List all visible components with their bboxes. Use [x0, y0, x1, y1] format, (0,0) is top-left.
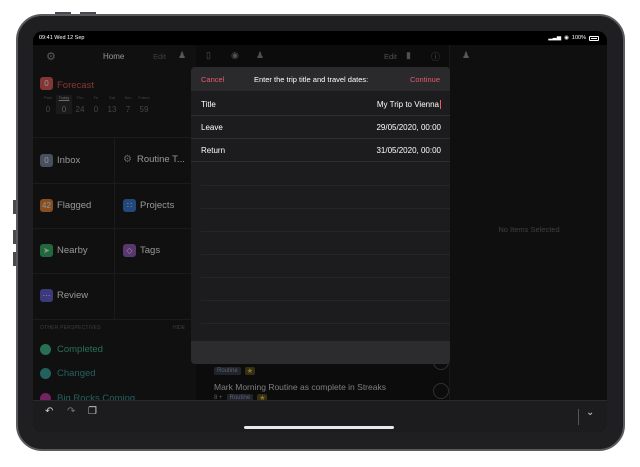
title-input[interactable]: My Trip to Vienna — [377, 100, 441, 110]
empty-row-divider — [201, 208, 450, 209]
return-field[interactable]: Return 31/05/2020, 00:00 — [191, 139, 450, 162]
empty-row-divider — [201, 300, 450, 301]
undo-icon[interactable]: ↶ — [45, 406, 53, 417]
battery-percent: 100% — [571, 35, 586, 41]
trip-dialog: Cancel Enter the trip title and travel d… — [191, 67, 450, 364]
title-label: Title — [201, 100, 216, 109]
clipboard-icon[interactable]: ❐ — [88, 406, 97, 417]
home-indicator[interactable] — [244, 426, 394, 429]
dialog-header: Cancel Enter the trip title and travel d… — [191, 67, 450, 91]
return-date-value[interactable]: 31/05/2020, 00:00 — [376, 146, 441, 155]
dialog-title: Enter the trip title and travel dates: — [254, 75, 369, 84]
signal-icon: ▂▃▅ — [548, 35, 562, 41]
text-caret — [440, 100, 441, 110]
status-bar: 09:41 Wed 12 Sep ▂▃▅ ◉ 100% — [33, 31, 607, 45]
status-right: ▂▃▅ ◉ 100% — [548, 35, 599, 41]
dialog-footer — [191, 341, 450, 364]
screen: 09:41 Wed 12 Sep ▂▃▅ ◉ 100% ⚙ Home Edit … — [33, 31, 607, 432]
empty-row-divider — [201, 185, 450, 186]
chevron-down-icon[interactable]: ⌄ — [586, 407, 594, 418]
return-label: Return — [201, 146, 226, 155]
redo-icon[interactable]: ↷ — [67, 406, 75, 417]
empty-row-divider — [201, 231, 450, 232]
cancel-button[interactable]: Cancel — [201, 75, 224, 84]
title-field[interactable]: Title My Trip to Vienna — [191, 93, 450, 116]
empty-row-divider — [201, 254, 450, 255]
side-button — [13, 200, 16, 214]
empty-row-divider — [201, 277, 450, 278]
top-button — [55, 12, 71, 14]
side-button — [13, 252, 16, 266]
leave-label: Leave — [201, 123, 223, 132]
leave-date-value[interactable]: 29/05/2020, 00:00 — [376, 123, 441, 132]
top-button — [80, 12, 96, 14]
status-time: 09:41 Wed 12 Sep — [39, 35, 85, 41]
battery-icon — [589, 35, 599, 41]
leave-field[interactable]: Leave 29/05/2020, 00:00 — [191, 116, 450, 139]
wifi-icon: ◉ — [564, 35, 569, 41]
continue-button[interactable]: Continue — [410, 75, 440, 84]
divider — [578, 409, 579, 425]
side-button — [13, 230, 16, 244]
empty-row-divider — [201, 323, 450, 324]
